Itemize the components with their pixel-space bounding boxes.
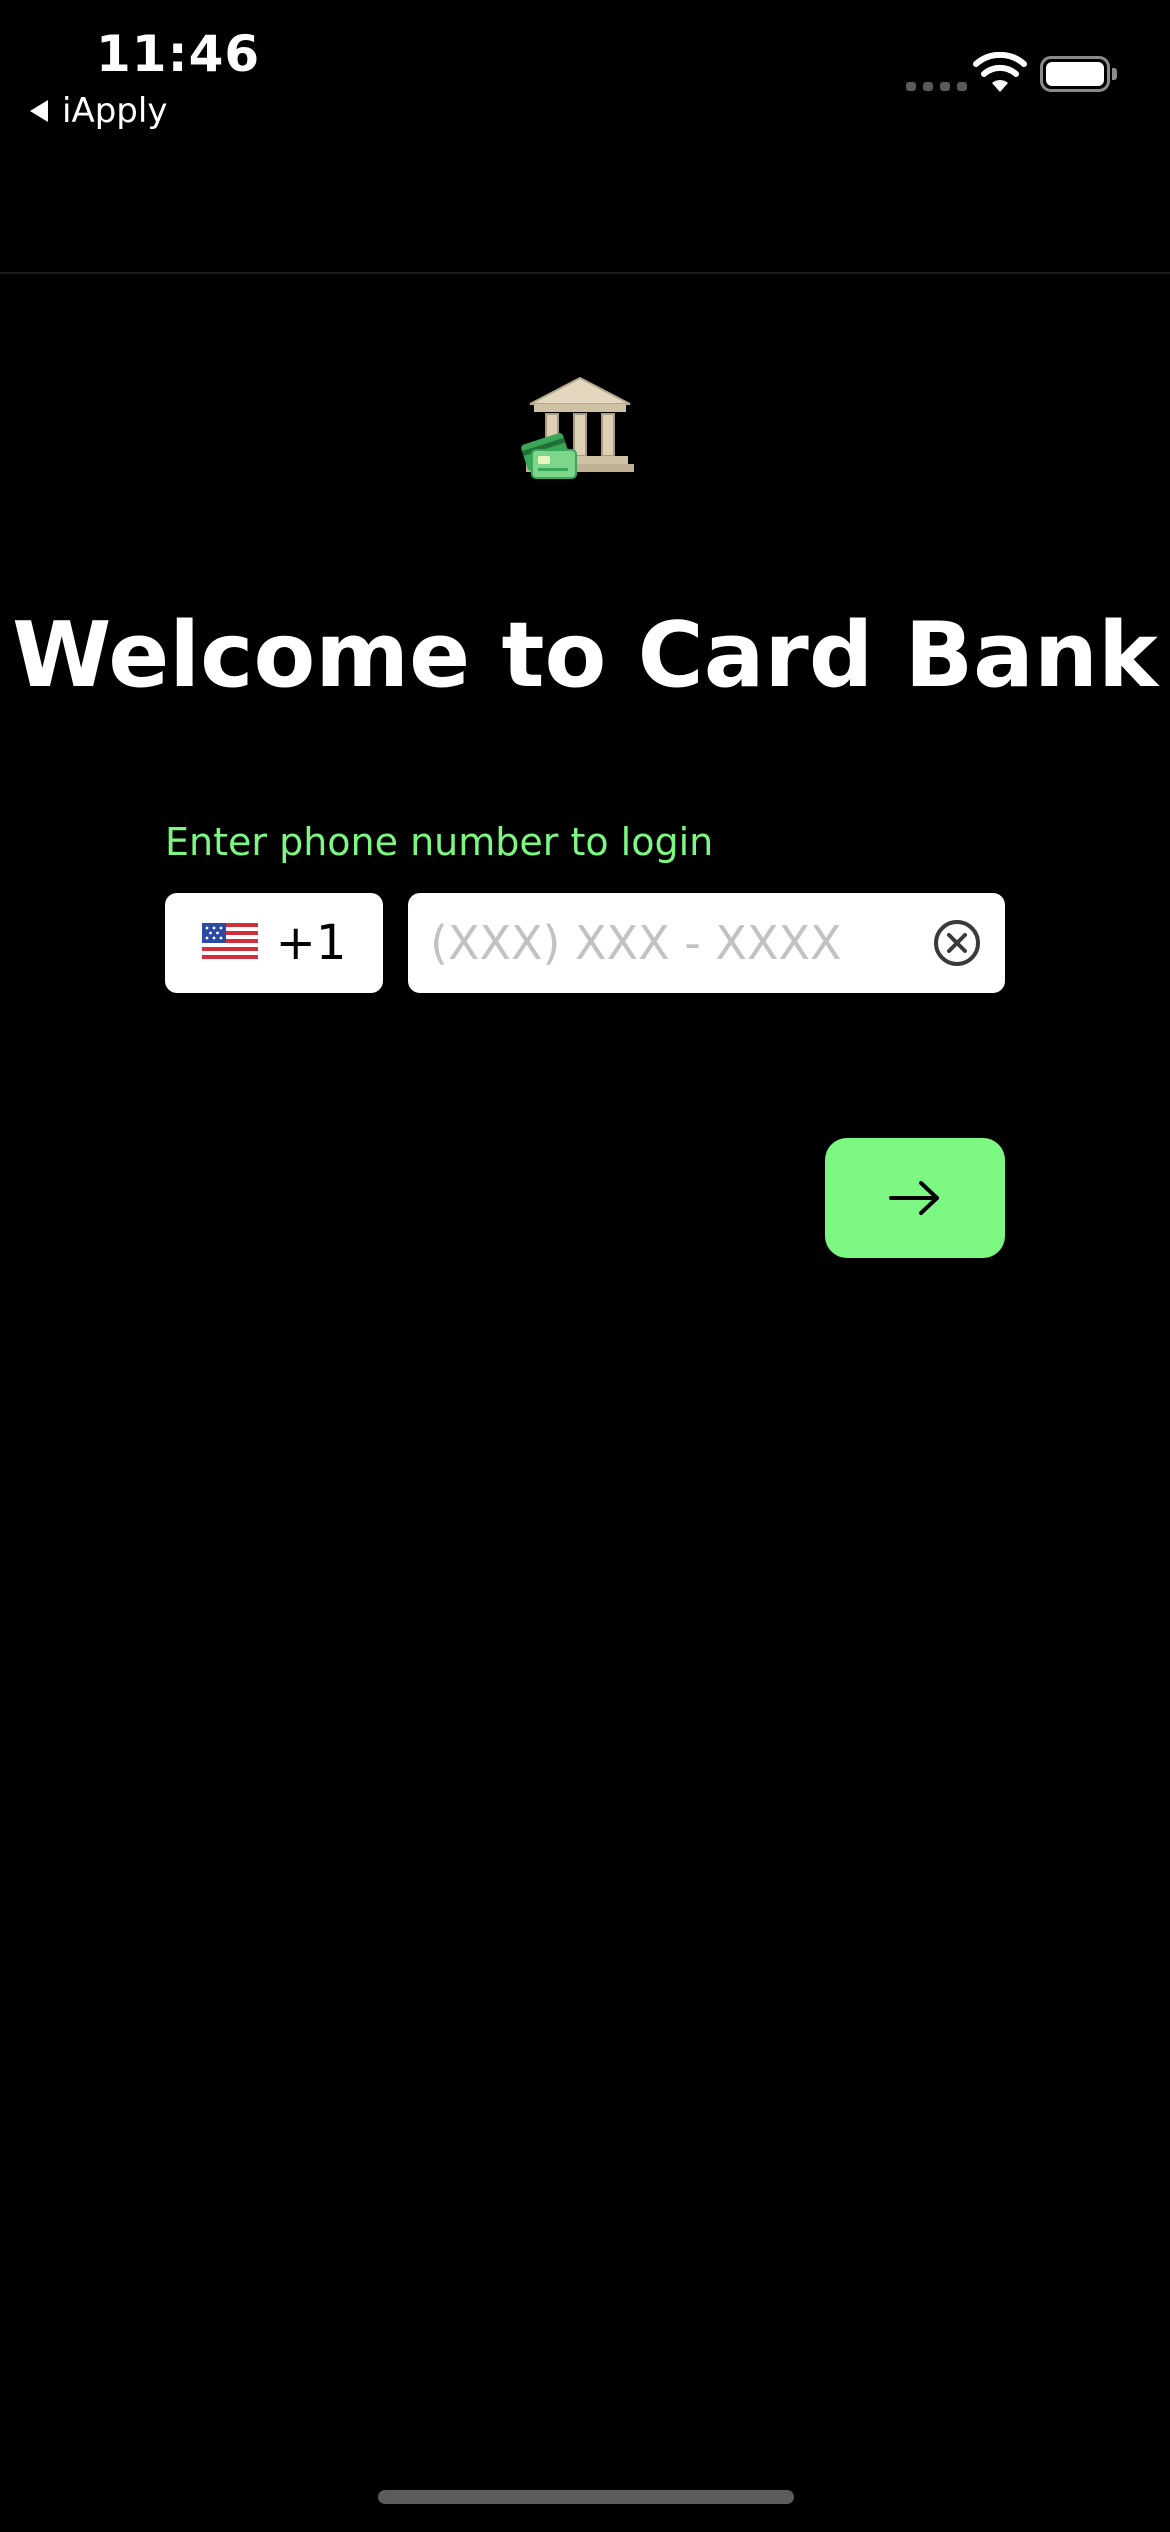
nav-divider: [0, 272, 1170, 274]
us-flag-icon: [201, 923, 258, 963]
login-label: Enter phone number to login: [165, 820, 714, 864]
home-indicator[interactable]: [378, 2490, 794, 2504]
cellular-signal-icon: [906, 82, 967, 91]
country-code-selector[interactable]: +1: [165, 893, 383, 993]
phone-field: [408, 893, 1005, 993]
submit-button[interactable]: [825, 1138, 1005, 1258]
back-triangle-icon: [30, 100, 48, 122]
bank-with-cards-icon: [521, 376, 634, 479]
phone-input[interactable]: [408, 893, 928, 993]
arrow-right-icon: [889, 1181, 939, 1215]
back-to-app-link[interactable]: iApply: [30, 88, 167, 134]
battery-icon: [1040, 56, 1117, 92]
clear-circle-icon[interactable]: [932, 918, 982, 968]
page-title: Welcome to Card Bank: [12, 603, 1158, 708]
back-app-label: iApply: [62, 91, 168, 131]
wifi-icon: [973, 52, 1027, 92]
status-time: 11:46: [96, 25, 261, 83]
country-code-value: +1: [275, 915, 347, 971]
